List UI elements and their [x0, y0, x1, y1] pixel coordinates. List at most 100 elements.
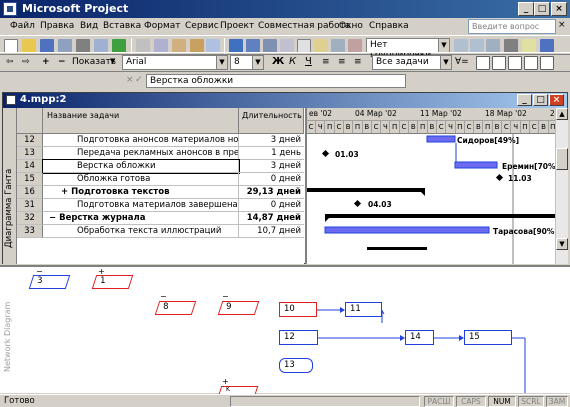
- print-icon[interactable]: [76, 39, 90, 53]
- outdent-icon[interactable]: ⇦: [6, 57, 14, 67]
- hyperlink-icon[interactable]: [229, 39, 243, 53]
- help-icon[interactable]: [540, 39, 554, 53]
- zoom-out-icon[interactable]: [470, 39, 484, 53]
- table-row[interactable]: 13 Передача рекламных анонсов в предо-у1 …: [17, 147, 304, 160]
- node-3[interactable]: 3: [28, 275, 71, 289]
- paste-icon[interactable]: [172, 39, 186, 53]
- scroll-up-button[interactable]: ▲: [556, 108, 568, 120]
- task-duration[interactable]: 1 день: [239, 147, 304, 160]
- expand-icon[interactable]: +: [61, 187, 71, 197]
- preview-icon[interactable]: [94, 39, 108, 53]
- task-duration[interactable]: 0 дней: [239, 199, 304, 212]
- menu-format[interactable]: Формат: [144, 21, 181, 31]
- menu-help[interactable]: Справка: [369, 21, 409, 31]
- italic-button[interactable]: К: [289, 56, 296, 67]
- save-icon[interactable]: [40, 39, 54, 53]
- underline-button[interactable]: Ч: [305, 56, 312, 67]
- publish-icon[interactable]: [348, 39, 362, 53]
- node-15[interactable]: 15: [464, 330, 512, 345]
- close-doc-icon[interactable]: ×: [558, 20, 566, 30]
- table-row[interactable]: 32− Верстка журнала 14,87 дней: [17, 212, 304, 225]
- node-9[interactable]: 9: [217, 301, 260, 315]
- task-duration[interactable]: 3 дней: [239, 134, 304, 147]
- task-name-cell[interactable]: Обработка текста иллюстраций: [43, 225, 239, 238]
- select-all-corner[interactable]: [17, 108, 43, 134]
- table-view-icon[interactable]: [540, 56, 554, 70]
- task-duration[interactable]: 10,7 дней: [239, 225, 304, 238]
- search-icon[interactable]: [58, 39, 72, 53]
- ask-question-input[interactable]: Введите вопрос: [468, 19, 556, 34]
- close-button[interactable]: ×: [551, 2, 567, 16]
- row-id[interactable]: 32: [17, 212, 43, 225]
- doc-minimize-button[interactable]: _: [517, 94, 532, 106]
- row-id[interactable]: 33: [17, 225, 43, 238]
- row-id[interactable]: 12: [17, 134, 43, 147]
- task-duration[interactable]: 0 дней: [239, 173, 304, 186]
- split-task-icon[interactable]: [280, 39, 294, 53]
- node-1[interactable]: 1: [91, 275, 134, 289]
- new-icon[interactable]: [4, 39, 18, 53]
- show-chevron-icon[interactable]: ▼: [110, 57, 115, 65]
- network-view-icon[interactable]: [508, 56, 522, 70]
- node-14[interactable]: 14: [405, 330, 434, 345]
- task-name-cell[interactable]: Передача рекламных анонсов в предо-у: [43, 147, 239, 160]
- doc-maximize-button[interactable]: □: [533, 94, 548, 106]
- task-name-cell[interactable]: Верстка обложки: [42, 159, 240, 174]
- collapse-icon[interactable]: −: [49, 213, 59, 223]
- column-header-duration[interactable]: Длительность: [239, 108, 304, 134]
- node-8[interactable]: 8: [154, 301, 197, 315]
- table-row[interactable]: 31 Подготовка материалов завершена 0 дней: [17, 199, 304, 212]
- scroll-down-button[interactable]: ▼: [556, 238, 568, 250]
- row-id[interactable]: 31: [17, 199, 43, 212]
- zoom-in-icon[interactable]: [454, 39, 468, 53]
- open-icon[interactable]: [22, 39, 36, 53]
- chevron-down-icon[interactable]: ▼: [438, 39, 449, 52]
- undo-icon[interactable]: [206, 39, 220, 53]
- assign-resources-icon[interactable]: [331, 39, 345, 53]
- task-duration[interactable]: 29,13 дней: [239, 186, 304, 199]
- table-row[interactable]: 16 + Подготовка текстов 29,13 дней: [17, 186, 304, 199]
- enter-icon[interactable]: ✓: [135, 75, 143, 85]
- row-id[interactable]: 16: [17, 186, 43, 199]
- table-row[interactable]: 14 Верстка обложки 3 дней: [17, 159, 304, 174]
- notes-icon[interactable]: [314, 39, 328, 53]
- grouping-select[interactable]: Нет группировки ▼: [366, 38, 450, 60]
- wizard-icon[interactable]: [522, 39, 536, 53]
- filter-select[interactable]: Все задачи ▼: [372, 55, 452, 70]
- resource-view-icon[interactable]: [524, 56, 538, 70]
- task-name-cell[interactable]: Обложка готова: [43, 173, 239, 186]
- show-subtasks-icon[interactable]: +: [42, 57, 50, 67]
- table-row[interactable]: 12 Подготовка анонсов материалов номер 3 д…: [17, 134, 304, 147]
- menu-project[interactable]: Проект: [220, 21, 254, 31]
- link-tasks-icon[interactable]: [246, 39, 260, 53]
- gantt-view-icon[interactable]: [476, 56, 490, 70]
- align-left-icon[interactable]: ≡: [322, 57, 330, 67]
- table-row[interactable]: 33 Обработка текста иллюстраций 10,7 дней: [17, 225, 304, 238]
- row-id[interactable]: 15: [17, 173, 43, 186]
- spelling-icon[interactable]: [112, 39, 126, 53]
- node-11[interactable]: 11: [345, 302, 382, 317]
- chevron-down-icon[interactable]: ▼: [440, 56, 451, 69]
- task-name-cell[interactable]: Подготовка анонсов материалов номер: [43, 134, 239, 147]
- task-duration[interactable]: 3 дней: [239, 160, 304, 173]
- vertical-scrollbar[interactable]: ▲ ▼: [555, 108, 568, 264]
- menu-file[interactable]: Файл: [10, 21, 35, 31]
- maximize-button[interactable]: □: [534, 2, 550, 16]
- node-k[interactable]: K: [218, 386, 259, 394]
- cancel-icon[interactable]: ×: [126, 75, 134, 85]
- node-10[interactable]: 10: [279, 302, 317, 317]
- copy-picture-icon[interactable]: [504, 39, 518, 53]
- chevron-down-icon[interactable]: ▼: [252, 56, 263, 69]
- align-center-icon[interactable]: ≡: [338, 57, 346, 67]
- font-select[interactable]: Arial ▼: [122, 55, 228, 70]
- menu-collaborate[interactable]: Совместная работа: [258, 21, 350, 31]
- table-row[interactable]: 15 Обложка готова 0 дней: [17, 173, 304, 186]
- calendar-view-icon[interactable]: [492, 56, 506, 70]
- align-right-icon[interactable]: ≡: [354, 57, 362, 67]
- menu-tools[interactable]: Сервис: [185, 21, 219, 31]
- task-name-cell[interactable]: − Верстка журнала: [43, 212, 239, 225]
- scroll-thumb[interactable]: [556, 148, 568, 170]
- doc-close-button[interactable]: ×: [549, 94, 564, 106]
- column-header-name[interactable]: Название задачи: [43, 108, 239, 134]
- minimize-button[interactable]: _: [518, 2, 534, 16]
